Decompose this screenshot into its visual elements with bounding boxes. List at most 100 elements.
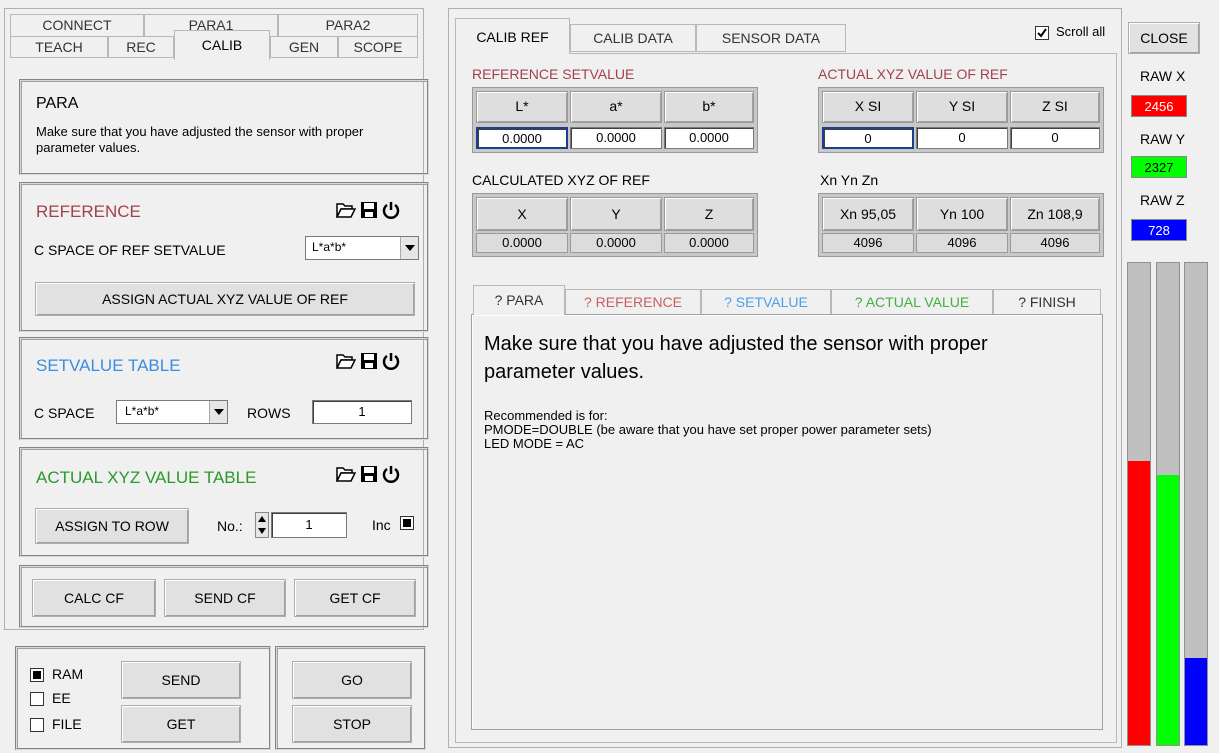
tab-rec[interactable]: REC [108,36,174,58]
power-icon[interactable] [382,201,400,219]
get-button[interactable]: GET [121,705,241,743]
raw-y-bar [1156,262,1180,746]
reference-icons [336,201,400,219]
row-no-spinner-icon[interactable] [255,512,269,538]
calc-xyz-title: CALCULATED XYZ OF REF [472,172,650,188]
xn-header-x: Xn 95,05 [822,197,914,231]
help-line-1: Recommended is for: [484,408,608,423]
actual-value-x[interactable]: 0 [822,127,914,149]
help-tab-para[interactable]: ? PARA [473,285,565,315]
scroll-all-label: Scroll all [1056,24,1106,39]
close-button[interactable]: CLOSE [1128,22,1200,54]
help-line-3: LED MODE = AC [484,436,585,451]
ref-setvalue-title: REFERENCE SETVALUE [472,66,635,82]
tab-teach[interactable]: TEACH [10,36,108,58]
ref-cspace-value: L*a*b* [312,240,347,254]
setvalue-cspace-label: C SPACE [34,405,95,421]
xn-value-z: 4096 [1010,233,1100,253]
open-folder-icon[interactable] [336,201,356,219]
chevron-down-icon [209,401,227,423]
actual-value-y[interactable]: 0 [916,127,1008,149]
ref-header-a: a* [570,91,662,123]
send-button[interactable]: SEND [121,661,241,699]
help-tab-setvalue[interactable]: ? SETVALUE [701,289,831,315]
actual-header-y: Y SI [916,91,1008,123]
help-heading: Make sure that you have adjusted the sen… [484,333,988,383]
xn-value-y: 4096 [916,233,1008,253]
reference-title: REFERENCE [36,202,141,221]
file-checkbox[interactable] [30,718,44,732]
calc-value-z: 0.0000 [664,233,754,253]
get-cf-button[interactable]: GET CF [294,579,416,617]
raw-z-value: 728 [1131,219,1187,241]
tab-scope[interactable]: SCOPE [338,36,418,58]
ref-value-a[interactable]: 0.0000 [570,127,662,149]
inc-checkbox[interactable] [400,516,414,530]
ee-checkbox[interactable] [30,692,44,706]
calc-header-y: Y [570,197,662,231]
actual-table-icons [336,465,400,483]
help-tab-actual-value[interactable]: ? ACTUAL VALUE [831,289,993,315]
row-no-input[interactable]: 1 [271,512,347,538]
raw-x-bar [1127,262,1151,746]
save-icon[interactable] [360,201,378,219]
tab-sensor-data[interactable]: SENSOR DATA [696,24,846,52]
ram-label: RAM [52,666,84,682]
ref-header-b: b* [664,91,754,123]
tab-calib[interactable]: CALIB [174,30,270,60]
save-icon[interactable] [360,465,378,483]
setvalue-cspace-select[interactable]: L*a*b* [116,400,228,424]
calc-value-y: 0.0000 [570,233,662,253]
setvalue-icons [336,352,400,370]
calc-cf-button[interactable]: CALC CF [32,579,156,617]
stop-button[interactable]: STOP [292,705,412,743]
actual-value-z[interactable]: 0 [1010,127,1100,149]
xn-header-y: Yn 100 [916,197,1008,231]
tab-calib-data[interactable]: CALIB DATA [570,24,696,52]
ee-label: EE [52,690,71,706]
calc-value-x: 0.0000 [476,233,568,253]
xn-title: Xn Yn Zn [820,172,879,188]
ref-cspace-label: C SPACE OF REF SETVALUE [34,242,226,258]
assign-to-row-button[interactable]: ASSIGN TO ROW [35,508,189,544]
tab-gen[interactable]: GEN [270,36,338,58]
open-folder-icon[interactable] [336,352,356,370]
setvalue-cspace-value: L*a*b* [125,404,160,418]
scroll-all-checkbox[interactable] [1035,26,1049,40]
actual-table-title: ACTUAL XYZ VALUE TABLE [36,468,257,487]
power-icon[interactable] [382,465,400,483]
ram-checkbox[interactable] [30,668,44,682]
raw-y-value: 2327 [1131,156,1187,178]
help-tab-finish[interactable]: ? FINISH [993,289,1101,315]
open-folder-icon[interactable] [336,465,356,483]
power-icon[interactable] [382,352,400,370]
ref-header-l: L* [476,91,568,123]
rows-input[interactable]: 1 [312,400,412,424]
tab-calib-ref[interactable]: CALIB REF [455,18,570,54]
ref-value-b[interactable]: 0.0000 [664,127,754,149]
raw-z-bar [1184,262,1208,746]
ref-cspace-select[interactable]: L*a*b* [305,236,419,260]
actual-xyz-title: ACTUAL XYZ VALUE OF REF [818,66,1008,82]
go-button[interactable]: GO [292,661,412,699]
calc-header-x: X [476,197,568,231]
actual-header-x: X SI [822,91,914,123]
save-icon[interactable] [360,352,378,370]
raw-x-value: 2456 [1131,95,1187,117]
actual-header-z: Z SI [1010,91,1100,123]
tab-para2[interactable]: PARA2 [278,14,418,36]
setvalue-title: SETVALUE TABLE [36,356,181,375]
file-label: FILE [52,716,82,732]
ref-value-l[interactable]: 0.0000 [476,127,568,149]
xn-value-x: 4096 [822,233,914,253]
tab-connect[interactable]: CONNECT [10,14,144,36]
raw-x-label: RAW X [1140,68,1186,84]
help-tab-reference[interactable]: ? REFERENCE [565,289,701,315]
assign-actual-xyz-button[interactable]: ASSIGN ACTUAL XYZ VALUE OF REF [35,282,415,316]
rows-label: ROWS [247,405,291,421]
para-title: PARA [36,95,79,112]
xn-header-z: Zn 108,9 [1010,197,1100,231]
help-line-2: PMODE=DOUBLE (be aware that you have set… [484,422,932,437]
send-cf-button[interactable]: SEND CF [164,579,286,617]
calc-header-z: Z [664,197,754,231]
